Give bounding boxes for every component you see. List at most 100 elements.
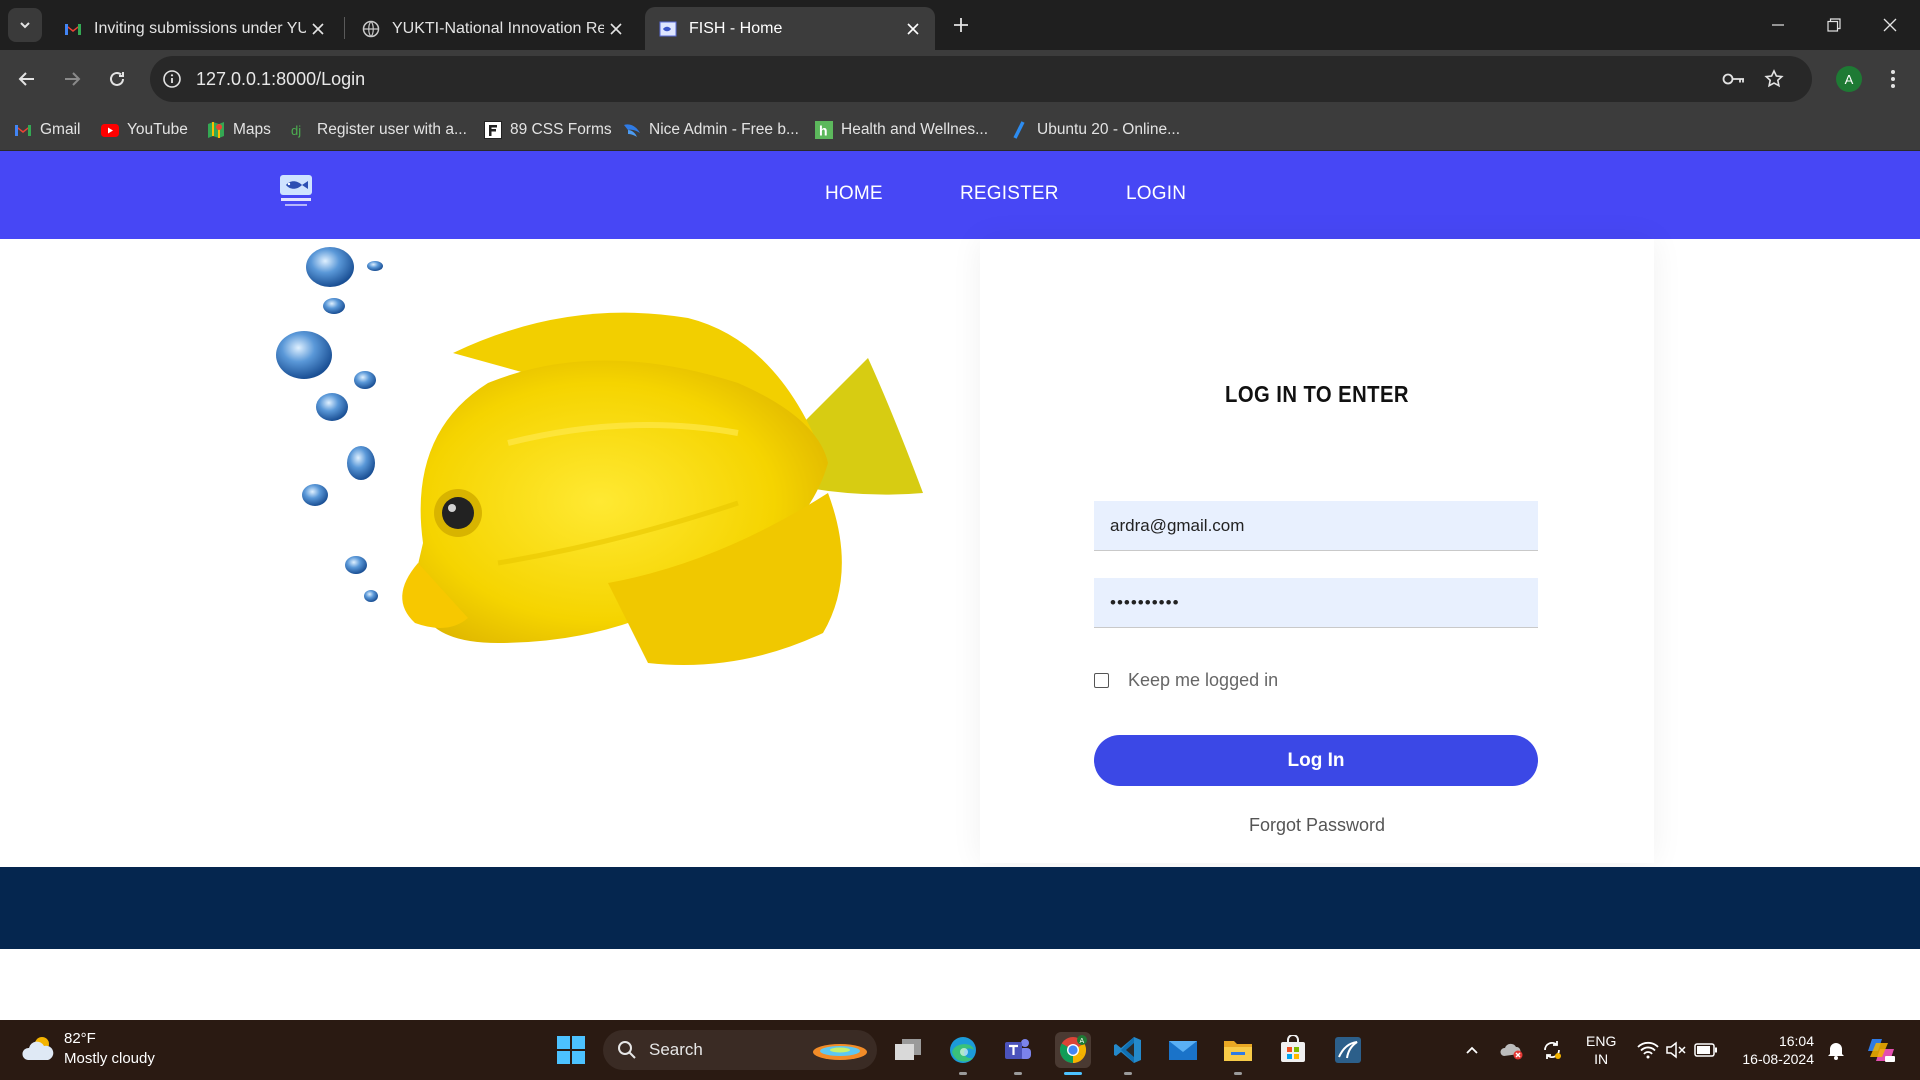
bookmark-health-wellness[interactable]: h Health and Wellnes... xyxy=(815,117,988,143)
nav-home-link[interactable]: HOME xyxy=(825,183,883,205)
arrow-left-icon xyxy=(18,72,34,86)
weather-description: Mostly cloudy xyxy=(64,1050,155,1067)
battery-icon[interactable] xyxy=(1694,1038,1718,1062)
speaker-muted-icon[interactable] xyxy=(1664,1038,1688,1062)
slash-icon xyxy=(1011,121,1029,139)
copilot-icon[interactable] xyxy=(1866,1035,1896,1065)
bookmark-label: Nice Admin - Free b... xyxy=(649,121,799,138)
taskbar-search-box[interactable]: Search xyxy=(603,1030,877,1070)
browser-menu-button[interactable] xyxy=(1880,64,1906,94)
bookmark-youtube[interactable]: YouTube xyxy=(101,117,188,143)
running-indicator xyxy=(1124,1072,1132,1075)
teams-icon[interactable] xyxy=(1000,1032,1036,1068)
bookmark-label: Maps xyxy=(233,121,271,138)
running-indicator xyxy=(1234,1072,1242,1075)
login-card: LOG IN TO ENTER Keep me logged in Log In… xyxy=(980,239,1654,863)
bookmark-nice-admin[interactable]: Nice Admin - Free b... xyxy=(623,117,799,143)
tab-search-button[interactable] xyxy=(8,8,42,42)
gmail-icon xyxy=(64,20,82,38)
close-icon[interactable] xyxy=(604,17,628,41)
tab-yukti[interactable]: YUKTI-National Innovation Rep xyxy=(348,7,638,50)
nav-login-link[interactable]: LOGIN xyxy=(1126,183,1186,205)
active-indicator xyxy=(1064,1072,1082,1075)
restore-button[interactable] xyxy=(1814,10,1854,40)
password-field[interactable] xyxy=(1094,578,1538,628)
close-icon[interactable] xyxy=(901,17,925,41)
site-logo[interactable] xyxy=(278,173,314,211)
edge-browser-icon[interactable] xyxy=(945,1032,981,1068)
sync-icon[interactable] xyxy=(1540,1038,1564,1062)
reload-icon xyxy=(110,71,124,86)
bookmark-css-forms[interactable]: 89 CSS Forms xyxy=(484,117,612,143)
maps-icon xyxy=(207,121,225,139)
onedrive-error-icon[interactable] xyxy=(1500,1038,1524,1062)
clock-time: 16:04 xyxy=(1778,1033,1814,1049)
more-vertical-icon xyxy=(1891,70,1895,88)
site-info-icon[interactable] xyxy=(160,67,184,91)
clock-date: 16-08-2024 xyxy=(1742,1051,1814,1067)
system-clock[interactable]: 16:04 16-08-2024 xyxy=(1722,1032,1814,1068)
password-key-icon[interactable] xyxy=(1722,67,1746,91)
tab-divider xyxy=(344,17,345,39)
minimize-button[interactable] xyxy=(1758,10,1798,40)
file-explorer-icon[interactable] xyxy=(1220,1032,1256,1068)
email-field[interactable] xyxy=(1094,501,1538,551)
windows-start-icon[interactable] xyxy=(556,1035,586,1065)
language-indicator[interactable]: ENG IN xyxy=(1586,1032,1616,1068)
nav-register-link[interactable]: REGISTER xyxy=(960,183,1059,205)
remember-checkbox[interactable] xyxy=(1094,673,1109,688)
mysql-workbench-icon[interactable] xyxy=(1330,1032,1366,1068)
remember-label: Keep me logged in xyxy=(1128,670,1279,690)
tab-title: FISH - Home xyxy=(689,19,783,37)
close-icon xyxy=(1883,18,1897,32)
star-icon[interactable] xyxy=(1762,67,1786,91)
chrome-icon[interactable]: A xyxy=(1055,1032,1091,1068)
bookmark-label: YouTube xyxy=(127,121,188,138)
search-highlight-icon xyxy=(813,1044,867,1060)
tab-gmail[interactable]: Inviting submissions under YUK xyxy=(50,7,340,50)
vscode-icon[interactable] xyxy=(1110,1032,1146,1068)
bookmark-gmail[interactable]: Gmail xyxy=(14,117,80,143)
cloudy-weather-icon[interactable] xyxy=(22,1034,56,1064)
task-view-icon[interactable] xyxy=(890,1032,926,1068)
bookmark-register-user[interactable]: dj Register user with a... xyxy=(291,117,467,143)
microsoft-store-icon[interactable] xyxy=(1275,1032,1311,1068)
back-button[interactable] xyxy=(12,64,42,94)
tab-fish-home[interactable]: FISH - Home xyxy=(645,7,935,50)
windows-taskbar: 82°F Mostly cloudy Search A ENG IN 16:04… xyxy=(0,1020,1920,1080)
close-window-button[interactable] xyxy=(1870,10,1910,40)
mail-icon[interactable] xyxy=(1165,1032,1201,1068)
browser-tab-strip: Inviting submissions under YUK YUKTI-Nat… xyxy=(0,0,1920,50)
login-button[interactable]: Log In xyxy=(1094,735,1538,786)
bookmark-label: Gmail xyxy=(40,121,81,138)
forgot-password-link[interactable]: Forgot Password xyxy=(980,815,1654,836)
address-bar[interactable]: 127.0.0.1:8000/Login xyxy=(150,56,1812,102)
globe-icon xyxy=(362,20,380,38)
notification-bell-icon[interactable] xyxy=(1824,1038,1848,1062)
remember-me[interactable]: Keep me logged in xyxy=(1094,670,1278,691)
gmail-icon xyxy=(14,121,32,139)
chevron-up-icon[interactable] xyxy=(1460,1038,1484,1062)
bookmark-icon: dj xyxy=(291,121,309,139)
svg-text:h: h xyxy=(819,123,828,139)
bookmark-ubuntu[interactable]: Ubuntu 20 - Online... xyxy=(1011,117,1180,143)
region-code: IN xyxy=(1594,1051,1609,1067)
close-icon[interactable] xyxy=(306,17,330,41)
running-indicator xyxy=(959,1072,967,1075)
site-navbar: HOME REGISTER LOGIN xyxy=(0,151,1920,239)
reload-button[interactable] xyxy=(102,64,132,94)
weather-temperature: 82°F xyxy=(64,1030,96,1047)
profile-avatar[interactable]: A xyxy=(1836,66,1862,92)
site-favicon xyxy=(659,20,677,38)
bookmark-maps[interactable]: Maps xyxy=(207,117,271,143)
browser-toolbar: 127.0.0.1:8000/Login A xyxy=(0,50,1920,108)
search-icon xyxy=(618,1041,636,1059)
new-tab-button[interactable] xyxy=(948,12,974,38)
youtube-icon xyxy=(101,121,119,139)
bookmark-label: 89 CSS Forms xyxy=(510,121,612,138)
search-label: Search xyxy=(649,1040,703,1059)
bookmarks-bar: Gmail YouTube Maps dj Register user with… xyxy=(0,108,1920,151)
wifi-icon[interactable] xyxy=(1636,1038,1660,1062)
bookmark-label: Register user with a... xyxy=(317,121,467,138)
forward-button[interactable] xyxy=(57,64,87,94)
